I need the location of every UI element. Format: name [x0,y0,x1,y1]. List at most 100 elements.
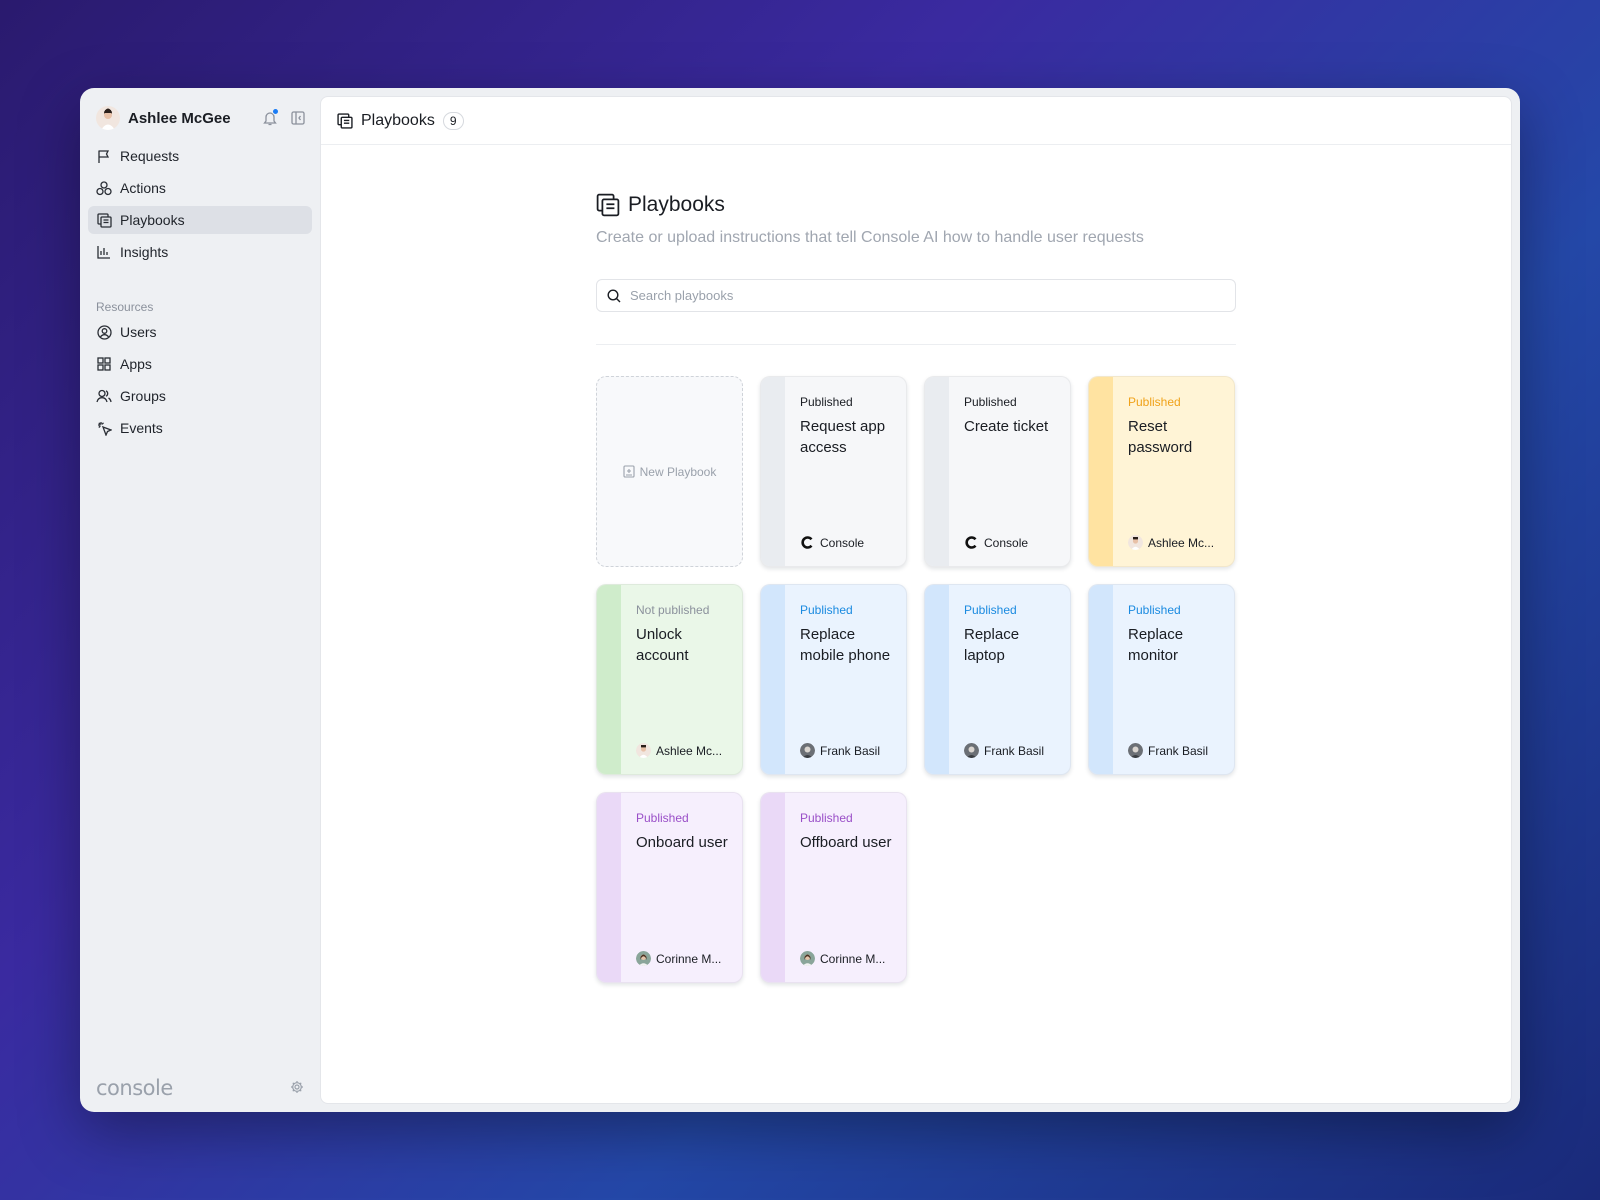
nav-label: Playbooks [120,212,185,228]
card-spine [925,377,949,566]
status-label: Published [636,811,689,825]
owner-name: Corinne M... [820,951,886,966]
card-spine [925,585,949,774]
collapse-sidebar-icon[interactable] [288,108,308,128]
card-spine [1089,377,1113,566]
status-label: Published [800,811,853,825]
nav-item-actions[interactable]: Actions [88,174,312,202]
owner-name: Frank Basil [984,743,1045,758]
main-nav: Requests Actions Playbooks Insights [88,142,312,270]
owner-avatar [636,743,651,758]
nav-item-apps[interactable]: Apps [88,350,312,378]
status-label: Published [800,395,853,409]
user-row: Ashlee McGee [96,104,308,132]
nav-item-groups[interactable]: Groups [88,382,312,410]
card-spine [761,793,785,982]
divider [596,344,1236,345]
nav-label: Users [120,324,157,340]
topbar: Playbooks 9 [321,97,1511,145]
owner-name: Corinne M... [656,951,722,966]
playbook-card[interactable]: Published Reset password Ashlee Mc... [1088,376,1235,567]
owner-name: Frank Basil [1148,743,1209,758]
nav-label: Insights [120,244,169,260]
bell-icon[interactable] [260,108,280,128]
status-label: Published [800,603,853,617]
nav-item-users[interactable]: Users [88,318,312,346]
playbook-card[interactable]: Published Replace mobile phone Frank Basil [760,584,907,775]
owner-avatar [800,951,815,966]
status-label: Not published [636,603,710,617]
topbar-title: Playbooks [361,111,435,129]
playbook-title: Replace laptop [964,626,1020,664]
status-label: Published [1128,395,1181,409]
actions-icon [96,180,112,196]
nav-item-insights[interactable]: Insights [88,238,312,266]
playbook-owner: Corinne M... [636,951,734,966]
playbook-owner: Frank Basil [800,743,898,758]
playbook-owner: Corinne M... [800,951,898,966]
playbook-card[interactable]: Published Offboard user Corinne M... [760,792,907,983]
nav-label: Requests [120,148,180,164]
card-spine [1089,585,1113,774]
owner-avatar [800,743,815,758]
nav-label: Actions [120,180,166,196]
playbook-title: Replace mobile phone [800,626,891,664]
nav-item-events[interactable]: Events [88,414,312,442]
user-avatar[interactable] [96,106,120,130]
nav-label: Apps [120,356,152,372]
owner-avatar [1128,535,1143,550]
console-logo-icon [964,535,979,550]
search-box[interactable] [596,279,1236,312]
owner-avatar [1128,743,1143,758]
page-subtitle: Create or upload instructions that tell … [596,229,1144,246]
add-document-icon [623,465,635,478]
playbooks-icon [337,112,353,129]
playbooks-icon [96,212,112,228]
console-logo: console [96,1076,173,1100]
owner-name: Console [820,535,865,550]
new-playbook-label: New Playbook [639,464,717,479]
status-label: Published [964,395,1017,409]
playbook-title: Onboard user [636,834,728,851]
nav-item-requests[interactable]: Requests [88,142,312,170]
status-label: Published [1128,603,1181,617]
playbook-owner: Ashlee Mc... [1128,535,1226,550]
card-spine [761,377,785,566]
bar-chart-icon [96,244,112,260]
cursor-click-icon [96,420,112,436]
owner-avatar [636,951,651,966]
notification-dot [272,108,279,115]
playbook-owner: Console [800,535,898,550]
playbook-owner: Frank Basil [964,743,1062,758]
playbook-card[interactable]: Published Replace monitor Frank Basil [1088,584,1235,775]
playbook-card[interactable]: Published Replace laptop Frank Basil [924,584,1071,775]
flag-icon [96,148,112,164]
page-title-row: Playbooks [596,193,1236,217]
playbook-title: Offboard user [800,834,892,851]
playbook-card[interactable]: Published Create ticket Console [924,376,1071,567]
playbook-title: Replace monitor [1128,626,1184,664]
main-panel: Playbooks 9 Playbooks Create or upload i… [320,96,1512,1104]
playbook-title: Unlock account [636,626,689,664]
grid-icon [96,356,112,372]
playbook-title: Request app access [800,418,886,456]
owner-name: Console [984,535,1029,550]
search-input[interactable] [630,288,1235,303]
playbook-card[interactable]: Published Onboard user Corinne M... [596,792,743,983]
playbook-card[interactable]: Published Request app access Console [760,376,907,567]
playbook-card[interactable]: Not published Unlock account Ashlee Mc... [596,584,743,775]
resources-nav: Users Apps Groups Events [88,318,312,446]
user-name[interactable]: Ashlee McGee [128,110,252,127]
gear-icon[interactable] [290,1080,306,1096]
playbook-owner: Frank Basil [1128,743,1226,758]
new-playbook-card[interactable]: New Playbook [596,376,743,567]
card-spine [761,585,785,774]
content: Playbooks Create or upload instructions … [596,193,1236,983]
card-spine [597,585,621,774]
nav-label: Groups [120,388,166,404]
group-icon [96,388,112,404]
playbooks-icon [596,193,620,217]
playbook-title: Create ticket [964,418,1049,435]
nav-item-playbooks[interactable]: Playbooks [88,206,312,234]
app-window: Ashlee McGee Requests Actions Playbooks [80,88,1520,1112]
